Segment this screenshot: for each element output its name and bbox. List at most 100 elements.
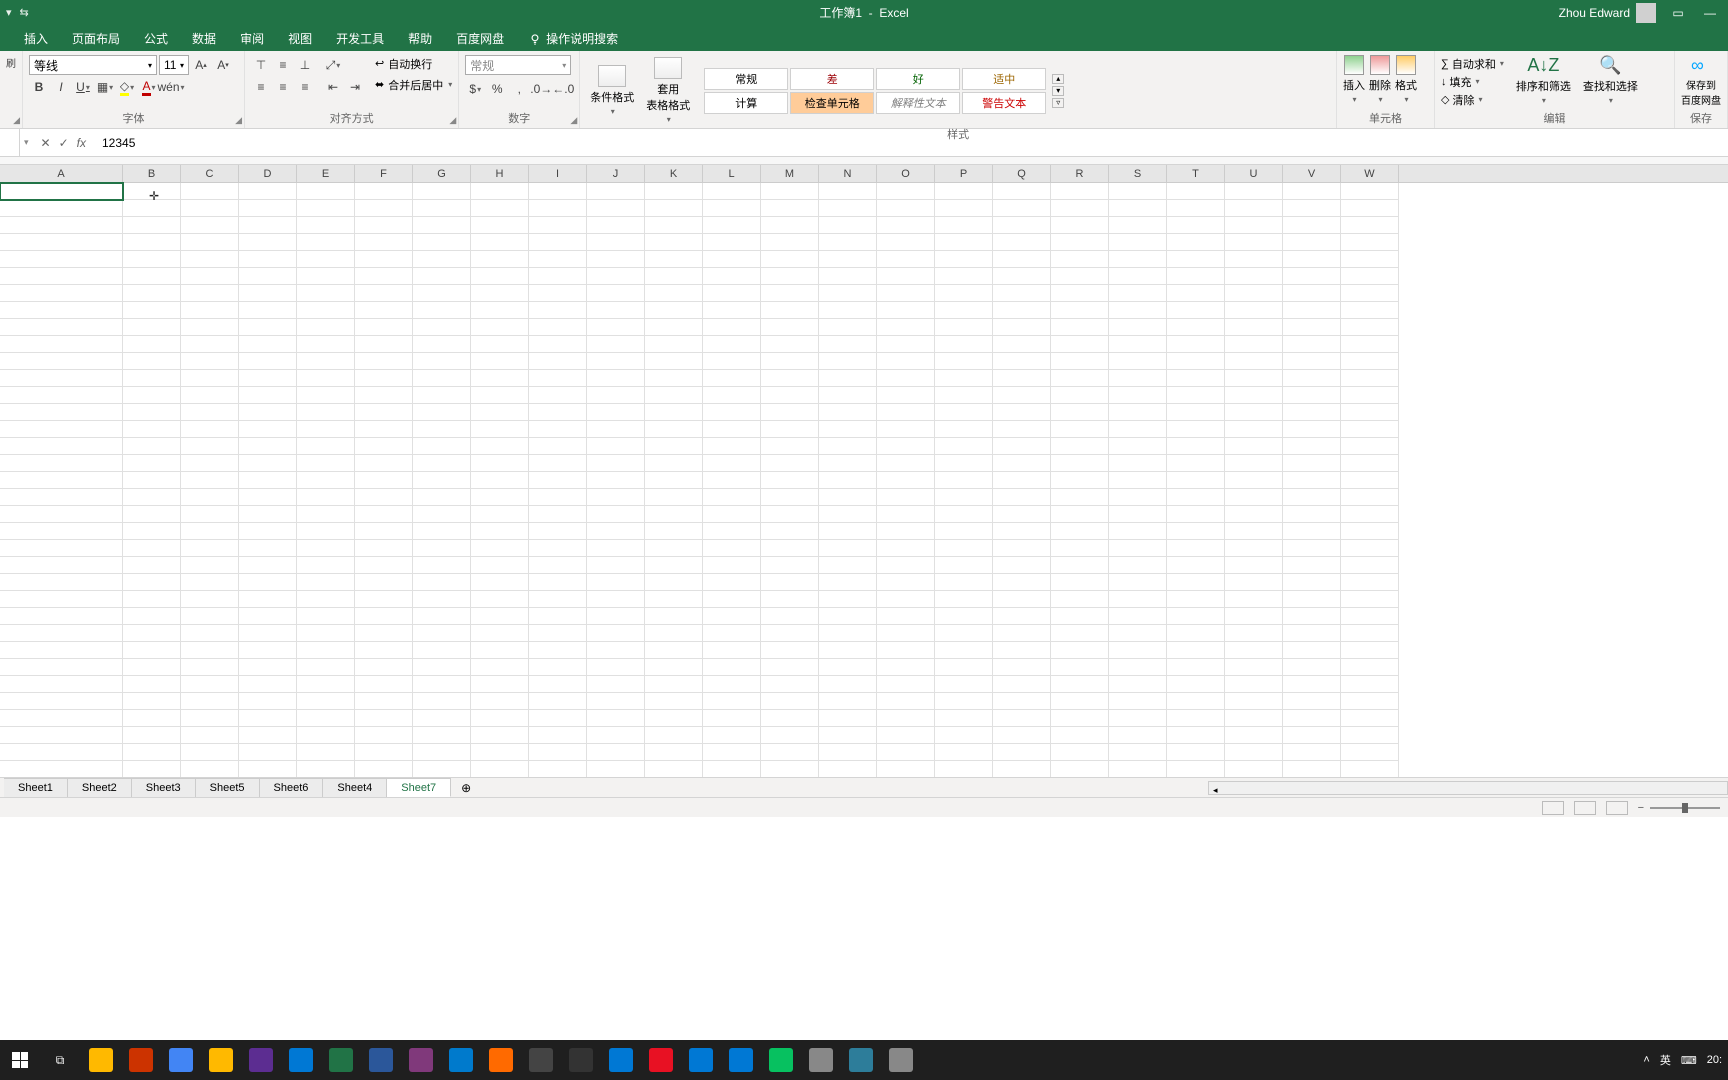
cell[interactable] — [297, 727, 355, 744]
cell[interactable] — [587, 744, 645, 761]
cell[interactable] — [181, 234, 239, 251]
cell[interactable] — [239, 625, 297, 642]
cell[interactable] — [239, 268, 297, 285]
tab-baidu[interactable]: 百度网盘 — [444, 26, 516, 51]
column-header[interactable]: C — [181, 165, 239, 182]
cell[interactable] — [993, 353, 1051, 370]
taskbar-app[interactable] — [642, 1040, 680, 1080]
column-headers[interactable]: ABCDEFGHIJKLMNOPQRSTUVW — [0, 165, 1728, 183]
cell[interactable] — [0, 183, 123, 200]
cell[interactable] — [587, 234, 645, 251]
cell[interactable] — [529, 693, 587, 710]
cell[interactable] — [413, 693, 471, 710]
cell[interactable] — [1167, 710, 1225, 727]
cell[interactable] — [645, 727, 703, 744]
cell[interactable] — [0, 693, 123, 710]
cell[interactable] — [1109, 387, 1167, 404]
taskbar-app[interactable] — [882, 1040, 920, 1080]
cell[interactable] — [0, 727, 123, 744]
cell[interactable] — [529, 506, 587, 523]
tab-help[interactable]: 帮助 — [396, 26, 444, 51]
cell[interactable] — [1283, 421, 1341, 438]
cell[interactable] — [355, 421, 413, 438]
cell[interactable] — [529, 710, 587, 727]
cell[interactable] — [1283, 336, 1341, 353]
cell[interactable] — [1109, 336, 1167, 353]
cell[interactable] — [1167, 506, 1225, 523]
cell[interactable] — [1225, 642, 1283, 659]
cell[interactable] — [587, 387, 645, 404]
cell[interactable] — [877, 540, 935, 557]
cell[interactable] — [1225, 710, 1283, 727]
cell[interactable] — [355, 455, 413, 472]
cell[interactable] — [761, 659, 819, 676]
cell[interactable] — [819, 319, 877, 336]
cell[interactable] — [413, 404, 471, 421]
cell[interactable] — [1167, 642, 1225, 659]
cell[interactable] — [239, 608, 297, 625]
cell[interactable] — [935, 676, 993, 693]
cell[interactable] — [471, 302, 529, 319]
cell[interactable] — [123, 744, 181, 761]
cell[interactable] — [1051, 455, 1109, 472]
cell[interactable] — [0, 387, 123, 404]
cell[interactable] — [1109, 421, 1167, 438]
cell[interactable] — [819, 608, 877, 625]
cell[interactable] — [645, 421, 703, 438]
cell[interactable] — [761, 251, 819, 268]
cell[interactable] — [993, 217, 1051, 234]
cell[interactable] — [587, 336, 645, 353]
cell[interactable] — [587, 557, 645, 574]
cell[interactable] — [761, 421, 819, 438]
cell[interactable] — [993, 506, 1051, 523]
cell[interactable] — [935, 642, 993, 659]
sheet-tab[interactable]: Sheet6 — [260, 778, 324, 797]
cell[interactable] — [645, 353, 703, 370]
autosum-button[interactable]: ∑自动求和 — [1441, 55, 1504, 72]
cell[interactable] — [645, 744, 703, 761]
cell[interactable] — [587, 659, 645, 676]
merge-center-button[interactable]: ⬌合并后居中 — [375, 76, 452, 93]
cell[interactable] — [529, 200, 587, 217]
cell[interactable] — [1109, 591, 1167, 608]
cell[interactable] — [761, 574, 819, 591]
cell[interactable] — [0, 574, 123, 591]
cell[interactable] — [471, 642, 529, 659]
cell[interactable] — [1283, 625, 1341, 642]
cell[interactable] — [1283, 268, 1341, 285]
cell[interactable] — [1167, 404, 1225, 421]
shrink-font-button[interactable]: A▾ — [213, 55, 233, 75]
cell[interactable] — [181, 693, 239, 710]
cell[interactable] — [877, 200, 935, 217]
cell[interactable] — [413, 302, 471, 319]
cell[interactable] — [1341, 489, 1399, 506]
cell[interactable] — [0, 761, 123, 777]
cell[interactable] — [297, 268, 355, 285]
cell[interactable] — [297, 574, 355, 591]
percent-button[interactable]: % — [487, 79, 507, 99]
cell[interactable] — [181, 642, 239, 659]
cell[interactable] — [0, 336, 123, 353]
cell[interactable] — [0, 200, 123, 217]
cell[interactable] — [413, 217, 471, 234]
cell[interactable] — [645, 302, 703, 319]
cell[interactable] — [123, 370, 181, 387]
cell[interactable] — [1283, 200, 1341, 217]
cell[interactable] — [935, 540, 993, 557]
delete-cells-button[interactable]: 删除 — [1369, 55, 1391, 104]
cell[interactable] — [239, 557, 297, 574]
cell[interactable] — [587, 574, 645, 591]
cell[interactable] — [877, 234, 935, 251]
cell[interactable] — [819, 217, 877, 234]
cell[interactable] — [1109, 404, 1167, 421]
cell[interactable] — [993, 472, 1051, 489]
cell[interactable] — [355, 761, 413, 777]
cell[interactable] — [1225, 336, 1283, 353]
cell[interactable] — [529, 234, 587, 251]
cell[interactable] — [297, 404, 355, 421]
cell[interactable] — [1341, 727, 1399, 744]
cell[interactable] — [819, 421, 877, 438]
cell[interactable] — [1109, 659, 1167, 676]
cell[interactable] — [1167, 319, 1225, 336]
cell[interactable] — [1167, 438, 1225, 455]
